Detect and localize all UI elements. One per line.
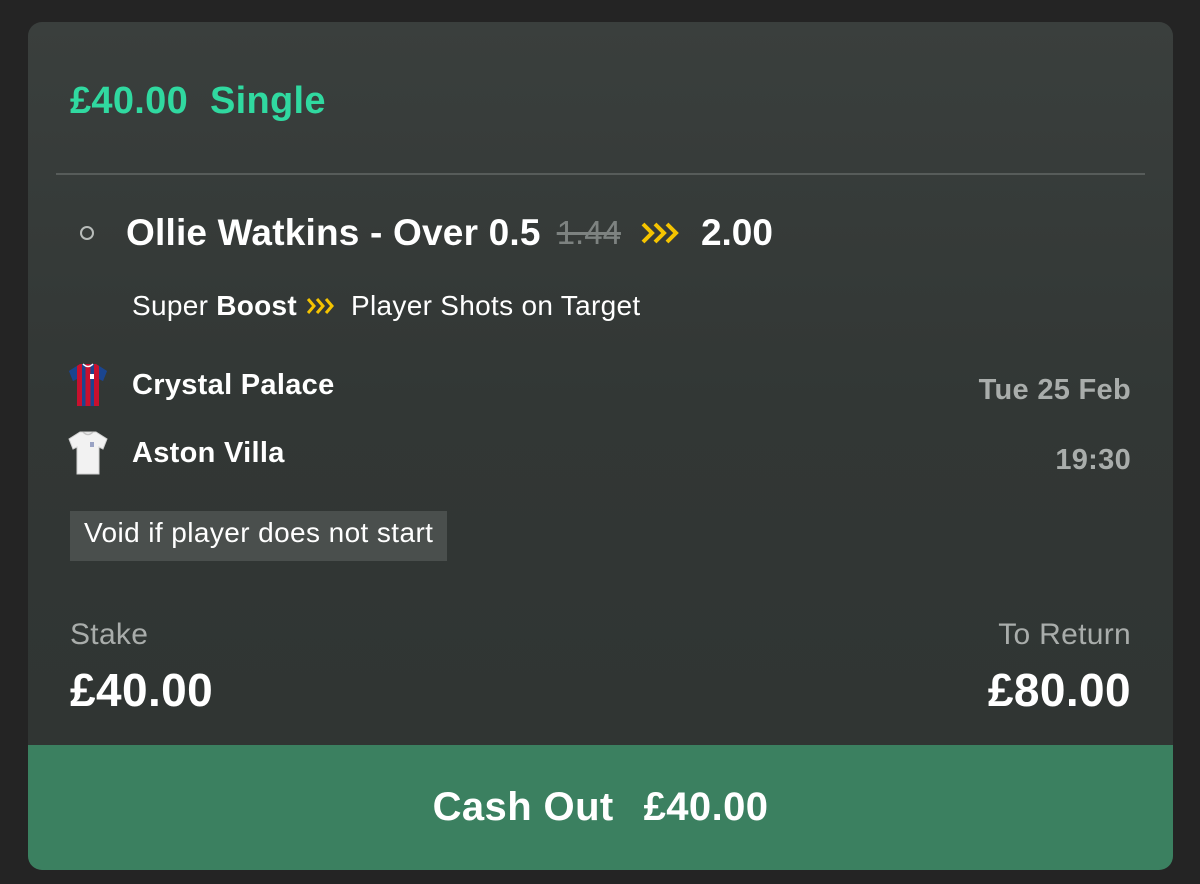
boost-prefix: Super	[132, 290, 209, 321]
bet-card: £40.00 Single Ollie Watkins - Over 0.5 1.…	[28, 22, 1173, 870]
home-team: Crystal Palace	[68, 362, 335, 408]
void-rule-badge: Void if player does not start	[70, 511, 448, 561]
market-name: Player Shots on Target	[351, 290, 641, 321]
stake-label: Stake	[70, 618, 149, 651]
home-team-name: Crystal Palace	[132, 368, 335, 401]
bet-amount: £40.00	[70, 80, 189, 122]
boost-chevrons-icon	[307, 298, 335, 314]
crystal-palace-shirt-icon	[69, 363, 107, 406]
old-odds: 1.44	[556, 214, 621, 251]
boost-row: Super Boost Player Shots on Target	[132, 290, 640, 322]
event-date: Tue 25 Feb	[978, 374, 1131, 406]
stake-value: £40.00	[70, 664, 214, 716]
to-return-label: To Return	[998, 618, 1131, 651]
cash-out-amount: £40.00	[643, 785, 769, 829]
radio-unselected-icon	[80, 226, 94, 240]
cash-out-button[interactable]: Cash Out £40.00	[28, 745, 1173, 870]
boost-label: Boost	[216, 290, 298, 321]
away-team: Aston Villa	[68, 430, 285, 476]
boost-chevrons-icon	[641, 222, 681, 244]
boosted-odds: 2.00	[700, 212, 773, 253]
bet-type: Single	[210, 80, 326, 122]
to-return-value: £80.00	[987, 664, 1131, 716]
cash-out-label: Cash Out	[432, 785, 614, 829]
selection-row: Ollie Watkins - Over 0.5 1.44 2.00	[80, 210, 773, 256]
event-time: 19:30	[1055, 444, 1131, 476]
aston-villa-shirt-icon	[68, 431, 108, 475]
bet-header: £40.00 Single	[70, 80, 326, 123]
away-team-name: Aston Villa	[132, 436, 285, 469]
selection-name: Ollie Watkins - Over 0.5	[126, 212, 541, 253]
header-divider	[56, 173, 1145, 175]
